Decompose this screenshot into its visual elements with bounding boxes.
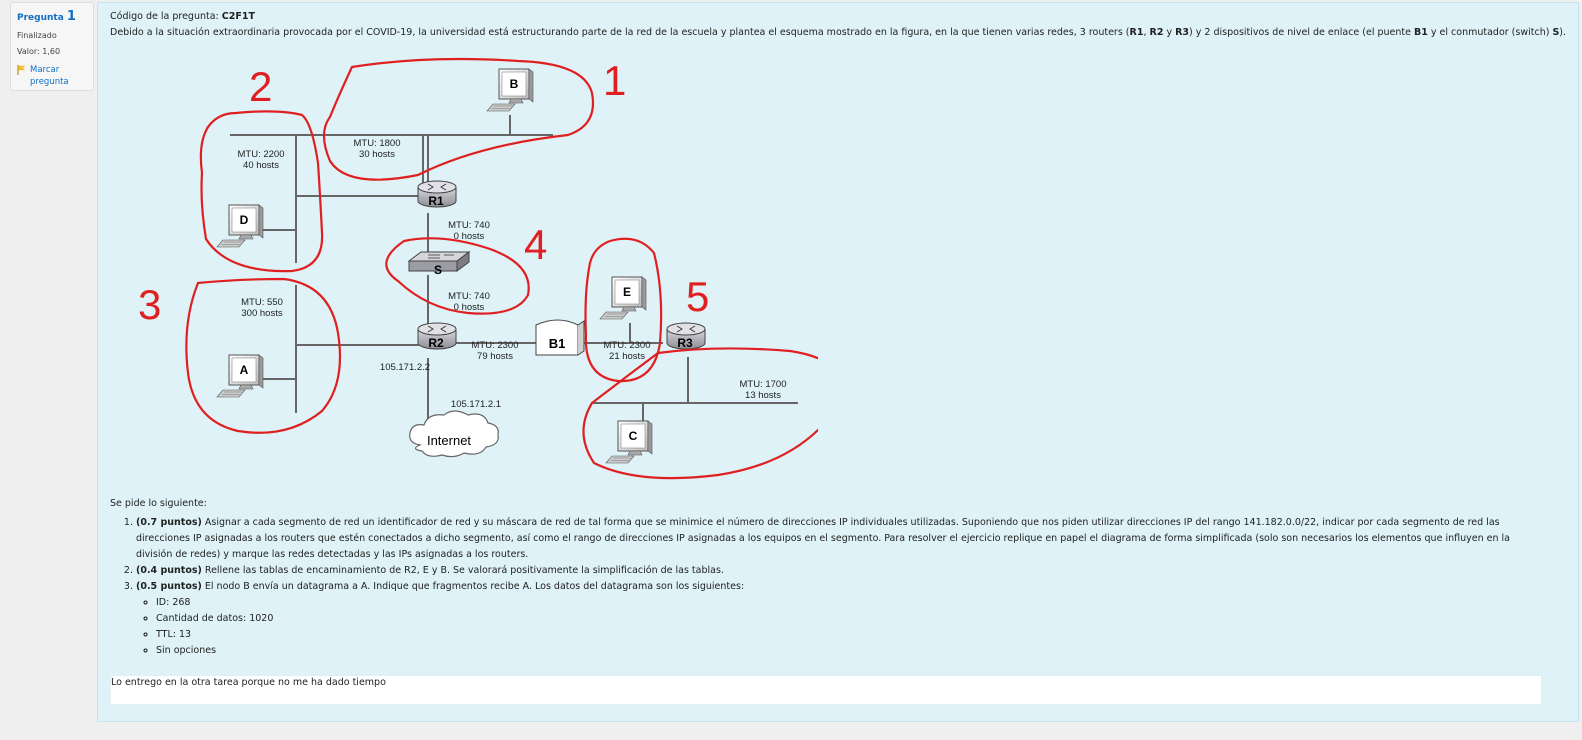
host-c: C [605, 420, 653, 464]
seg-d-hosts: 40 hosts [243, 160, 279, 171]
seg-c-hosts: 13 hosts [745, 390, 781, 401]
task-2: (0.4 puntos) Rellene las tablas de encam… [136, 563, 1530, 579]
switch-s: S [407, 251, 471, 277]
annotation-3: 3 [138, 281, 161, 328]
red-annotations [185, 57, 818, 480]
router-r3-label: R3 [677, 336, 693, 350]
host-a-label: A [240, 363, 249, 377]
bridge-b1: B1 [535, 319, 585, 356]
seg-d-mtu: MTU: 2200 [238, 149, 285, 160]
question-info-box: Pregunta 1 Finalizado Valor: 1,60 Marcar… [10, 2, 94, 91]
host-d-label: D [240, 213, 249, 227]
flag-question-button[interactable]: Marcar pregunta [17, 64, 87, 88]
task-1-text: Asignar a cada segmento de red un identi… [136, 517, 1510, 560]
host-b-label: B [510, 77, 519, 91]
question-intro: Debido a la situación extraordinaria pro… [110, 27, 1566, 38]
annotation-4: 4 [524, 221, 547, 268]
host-e-label: E [623, 285, 631, 299]
router-r3: R3 [666, 322, 706, 350]
host-e: E [599, 276, 647, 320]
bridge-b1-label: B1 [549, 336, 566, 351]
intro-r1: R1 [1129, 27, 1144, 38]
question-content: Código de la pregunta: C2F1T Debido a la… [97, 2, 1579, 722]
seg-a-mtu: MTU: 550 [241, 297, 283, 308]
internet-ip: 105.171.2.1 [451, 399, 501, 410]
network-links [230, 115, 798, 433]
answer-text: Lo entrego en la otra tarea porque no me… [110, 675, 1542, 705]
question-code-label: Código de la pregunta: [110, 11, 219, 22]
datagram-item: Cantidad de datos: 1020 [156, 611, 1530, 627]
router-r2: R2 [417, 322, 457, 350]
seg-a-hosts: 300 hosts [241, 308, 282, 319]
flag-icon [17, 65, 25, 75]
internet-label: Internet [427, 433, 471, 448]
annotation-5: 5 [686, 273, 709, 320]
question-code-value: C2F1T [221, 11, 255, 22]
host-b: B [486, 68, 534, 112]
annotation-1: 1 [603, 57, 626, 104]
task-1: (0.7 puntos) Asignar a cada segmento de … [136, 515, 1530, 563]
flag-question-label: Marcar pregunta [30, 65, 69, 87]
question-code: Código de la pregunta: C2F1T [110, 11, 255, 22]
datagram-item: ID: 268 [156, 595, 1530, 611]
question-value: Valor: 1,60 [17, 47, 61, 56]
intro-text-1: Debido a la situación extraordinaria pro… [110, 27, 1130, 38]
host-a: A [216, 354, 264, 398]
task-2-text: Rellene las tablas de encaminamiento de … [201, 565, 724, 576]
router-r1: R1 [417, 180, 457, 208]
task-3-text: El nodo B envía un datagrama a A. Indiqu… [201, 581, 745, 592]
annotation-2: 2 [249, 63, 272, 110]
seg-e-mtu: MTU: 2300 [604, 340, 651, 351]
seg-b-mtu: MTU: 1800 [354, 138, 401, 149]
question-number: 1 [66, 9, 76, 24]
datagram-item: TTL: 13 [156, 627, 1530, 643]
intro-b1: B1 [1414, 27, 1428, 38]
task-1-points: (0.7 puntos) [136, 517, 202, 528]
seg-r2b1-hosts: 79 hosts [477, 351, 513, 362]
internet-cloud: Internet [409, 410, 499, 458]
datagram-list: ID: 268 Cantidad de datos: 1020 TTL: 13 … [136, 595, 1530, 659]
task-3-points: (0.5 puntos) [136, 581, 202, 592]
question-status: Finalizado [17, 31, 57, 40]
intro-r2: R2 [1149, 27, 1164, 38]
intro-sep-2: y [1163, 27, 1176, 38]
task-3: (0.5 puntos) El nodo B envía un datagram… [136, 579, 1530, 659]
host-d: D [216, 204, 264, 248]
r2-ip: 105.171.2.2 [380, 362, 430, 373]
network-diagram: B D A E C R1 R2 R3 S B1 Internet MTU: 18… [138, 57, 818, 480]
task-2-points: (0.4 puntos) [136, 565, 202, 576]
seg-r2b1-mtu: MTU: 2300 [472, 340, 519, 351]
router-r2-label: R2 [428, 336, 444, 350]
seg-c-mtu: MTU: 1700 [740, 379, 787, 390]
host-c-label: C [629, 429, 638, 443]
seg-sr2-mtu: MTU: 740 [448, 291, 490, 302]
seg-r1s-mtu: MTU: 740 [448, 220, 490, 231]
intro-text-2: ) y 2 dispositivos de nivel de enlace (e… [1189, 27, 1415, 38]
seg-e-hosts: 21 hosts [609, 351, 645, 362]
switch-s-label: S [434, 263, 442, 277]
intro-r3: R3 [1175, 27, 1190, 38]
question-title: Pregunta 1 [17, 9, 87, 24]
intro-text-4: ). [1559, 27, 1567, 38]
seg-b-hosts: 30 hosts [359, 149, 395, 160]
tasks-intro: Se pide lo siguiente: [110, 498, 207, 509]
question-label: Pregunta [17, 13, 64, 23]
router-r1-label: R1 [428, 194, 444, 208]
task-list: (0.7 puntos) Asignar a cada segmento de … [110, 515, 1530, 659]
datagram-item: Sin opciones [156, 643, 1530, 659]
intro-text-3: y el conmutador (switch) [1427, 27, 1553, 38]
